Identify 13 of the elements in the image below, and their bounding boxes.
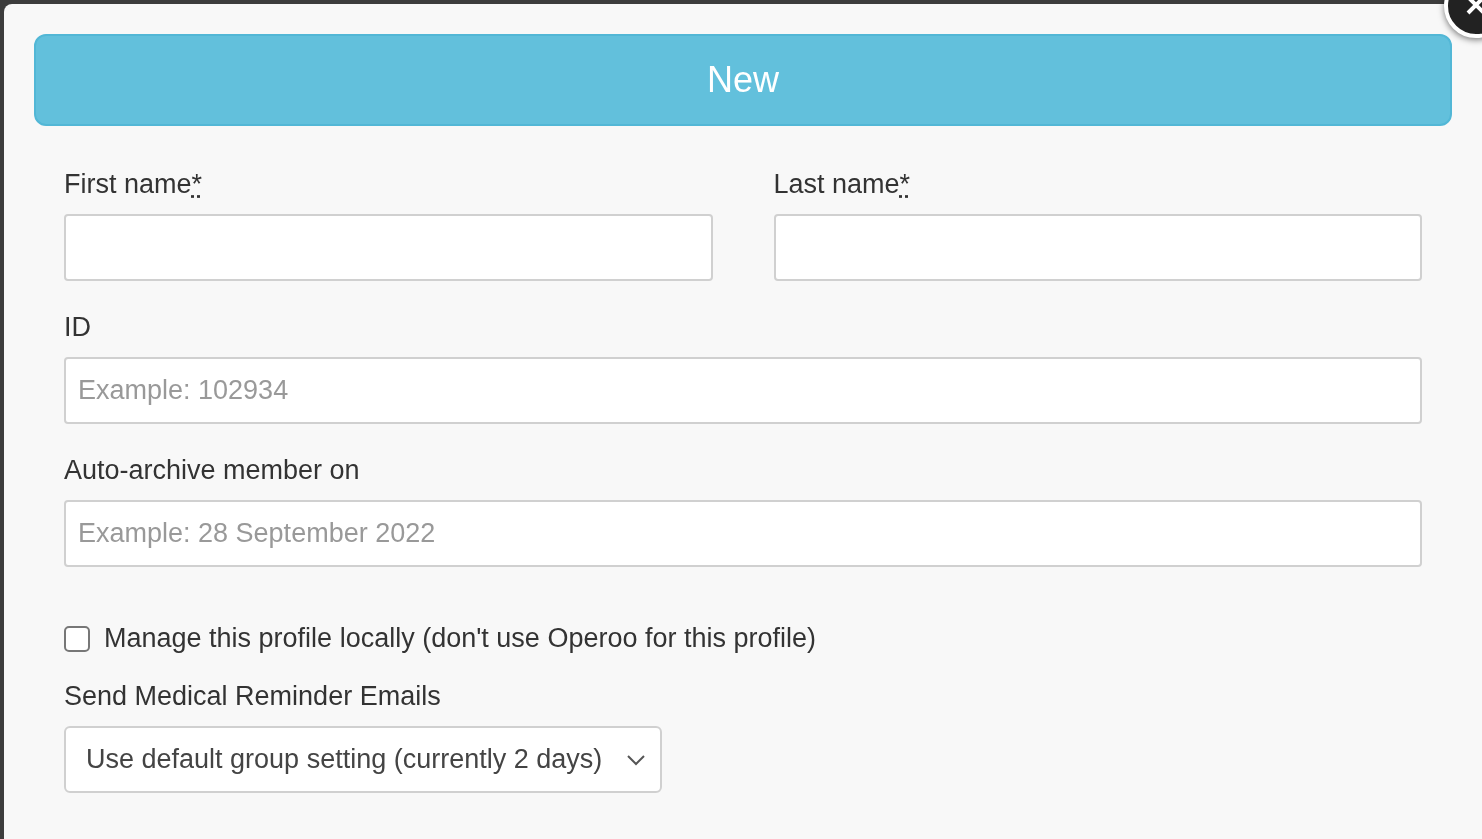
input-field[interactable]	[773, 214, 1422, 281]
field-label: Auto-archive member on	[64, 454, 360, 486]
field-label: ID	[64, 311, 91, 343]
checkbox-label: Manage this profile locally (don't use Operoo for this profile)	[104, 623, 816, 654]
chevron-down-icon	[626, 753, 646, 766]
field-label: Send Medical Reminder Emails	[64, 680, 441, 712]
input-field[interactable]: Example: 102934	[64, 357, 1422, 424]
dropdown[interactable]: Use default group setting (currently 2 days)	[64, 726, 662, 793]
input-field[interactable]	[64, 214, 713, 281]
field-label: First name*	[64, 168, 203, 200]
checkbox[interactable]	[64, 625, 90, 652]
field-label: Last name*	[773, 168, 911, 200]
date-field[interactable]: Example: 28 September 2022	[64, 500, 1422, 567]
